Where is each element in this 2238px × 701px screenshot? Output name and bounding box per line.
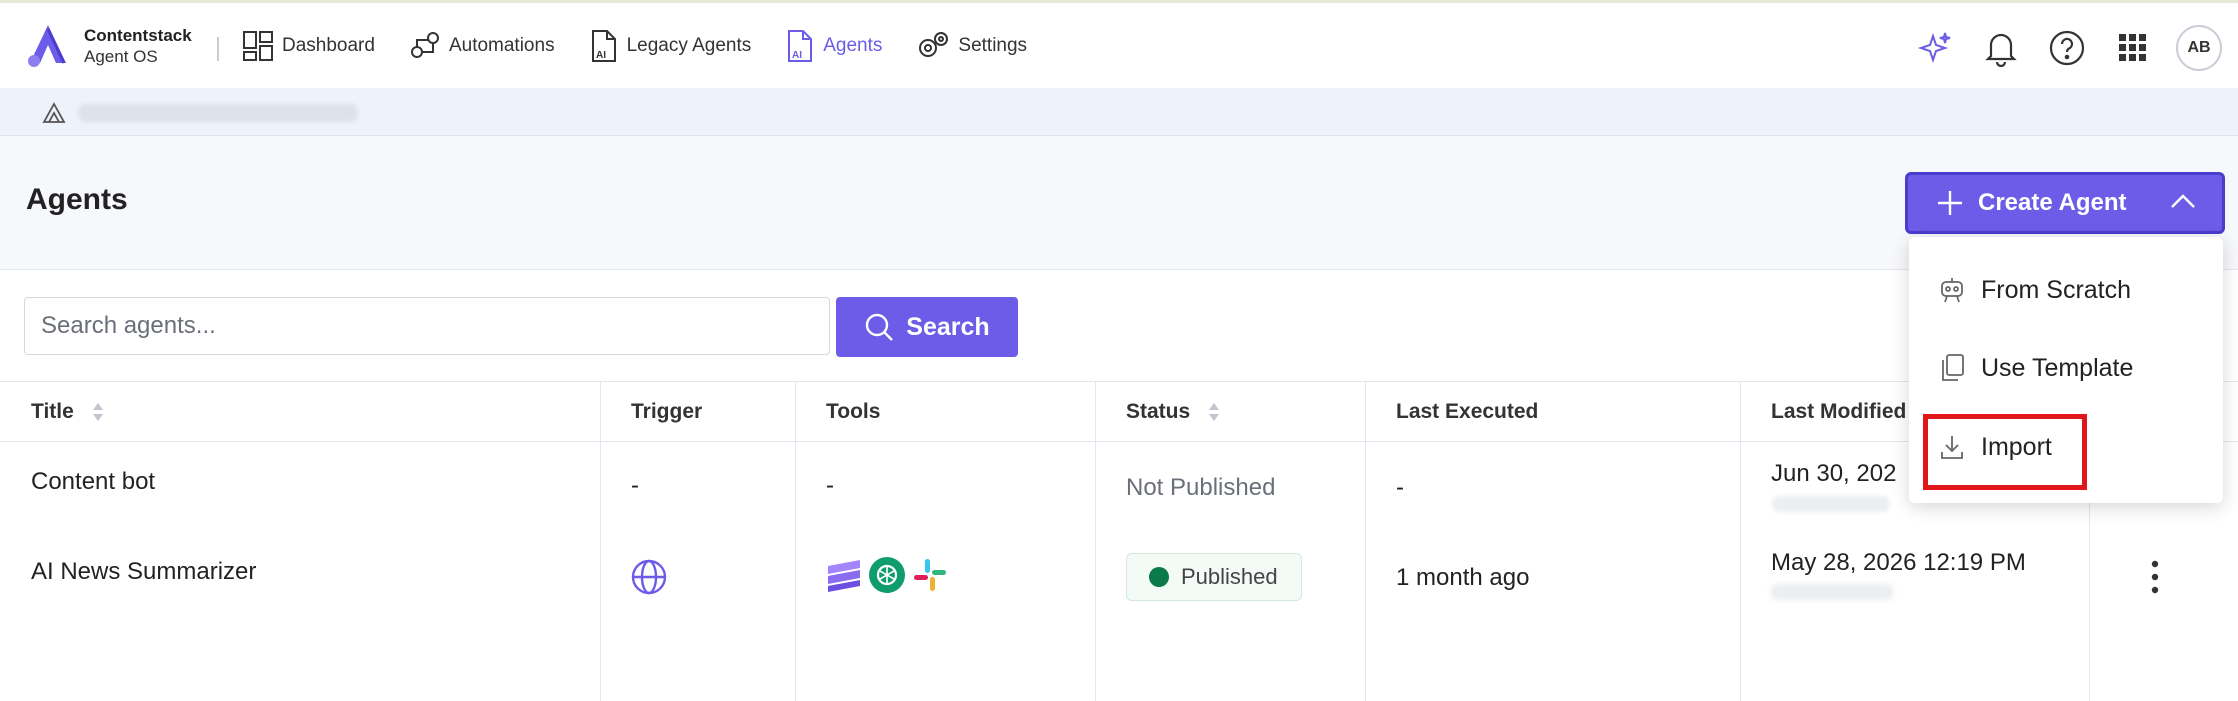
user-avatar[interactable]: AB — [2176, 25, 2222, 71]
brand-product: Agent OS — [84, 47, 158, 66]
stack-icon — [828, 560, 860, 592]
row-last-executed: 1 month ago — [1396, 564, 1530, 591]
apps-grid-button[interactable] — [2110, 25, 2156, 71]
search-row: Search — [0, 271, 2238, 381]
main-nav: Dashboard Automations AI Legacy Agents A… — [242, 29, 1061, 63]
sort-icon — [1209, 403, 1220, 421]
openai-icon — [869, 557, 905, 593]
ai-document-icon: AI — [788, 30, 813, 62]
menu-item-label: From Scratch — [1981, 275, 2132, 304]
top-right-actions: AB — [1912, 25, 2238, 71]
menu-item-import[interactable]: Import — [1909, 412, 2223, 482]
column-title[interactable]: Title — [31, 400, 104, 424]
org-logo-icon — [42, 102, 66, 123]
automations-icon — [410, 32, 439, 58]
column-divider — [1740, 382, 1741, 701]
search-button[interactable]: Search — [836, 297, 1018, 357]
brand-logo[interactable]: Contentstack Agent OS — [26, 23, 192, 69]
breadcrumb — [0, 88, 2238, 136]
row-tools: - — [826, 472, 834, 499]
nav-automations[interactable]: Automations — [409, 30, 555, 62]
page-title: Agents — [26, 183, 128, 216]
column-divider — [795, 382, 796, 701]
row-trigger: - — [631, 472, 639, 499]
nav-agents-label: Agents — [823, 35, 883, 56]
menu-item-from-scratch[interactable]: From Scratch — [1909, 255, 2223, 325]
gear-icon — [919, 32, 949, 57]
column-divider — [1365, 382, 1366, 701]
top-navbar: Contentstack Agent OS Dashboard Automati… — [0, 0, 2238, 88]
chevron-up-icon — [2171, 194, 2195, 208]
column-divider — [600, 382, 601, 701]
column-status[interactable]: Status — [1126, 400, 1220, 424]
create-agent-button[interactable]: Create Agent — [1905, 172, 2225, 234]
globe-icon — [631, 559, 667, 595]
svg-text:AI: AI — [596, 50, 606, 61]
nav-settings[interactable]: Settings — [916, 30, 1027, 62]
notifications-button[interactable] — [1978, 25, 2024, 71]
ai-sparkle-button[interactable] — [1912, 25, 1958, 71]
dashboard-icon — [243, 31, 273, 61]
column-tools: Tools — [826, 400, 880, 424]
bell-icon — [1985, 33, 2017, 67]
column-title-label: Title — [31, 400, 74, 423]
import-icon — [1941, 436, 1963, 459]
nav-automations-label: Automations — [448, 35, 555, 56]
row-last-modified-blurred — [1770, 584, 1894, 600]
column-trigger: Trigger — [631, 400, 702, 424]
column-last-executed: Last Executed — [1396, 400, 1538, 424]
copy-icon — [1942, 354, 1964, 381]
grid-icon — [2119, 34, 2146, 61]
brand-divider — [217, 37, 219, 61]
row-last-modified-blurred — [1772, 496, 1890, 512]
brand-name: Contentstack — [84, 26, 192, 45]
ai-document-icon: AI — [591, 30, 616, 62]
row-last-executed: - — [1396, 474, 1404, 501]
row-last-modified: May 28, 2026 12:19 PM — [1771, 549, 2026, 576]
create-agent-menu: From Scratch Use Template Import — [1909, 237, 2223, 503]
nav-legacy-agents[interactable]: AI Legacy Agents — [589, 29, 752, 63]
slack-icon — [914, 559, 946, 591]
svg-text:AI: AI — [792, 50, 802, 61]
breadcrumb-blurred-text — [78, 104, 358, 122]
menu-item-label: Import — [1981, 432, 2052, 461]
more-options-icon[interactable] — [2150, 560, 2160, 594]
nav-dashboard-label: Dashboard — [282, 35, 375, 56]
column-trigger-label: Trigger — [631, 400, 703, 423]
sparkle-icon — [1917, 32, 1951, 64]
help-icon — [2049, 30, 2085, 66]
nav-legacy-agents-label: Legacy Agents — [626, 35, 752, 56]
table-header: Title Trigger Tools Status Last Executed… — [0, 382, 2238, 442]
plus-icon — [1938, 191, 1962, 215]
row-status: Not Published — [1126, 474, 1276, 501]
status-badge: Published — [1126, 553, 1302, 601]
row-last-modified: Jun 30, 202 — [1771, 460, 1897, 487]
page-header: Agents Create Agent — [0, 136, 2238, 270]
nav-dashboard[interactable]: Dashboard — [242, 30, 375, 62]
nav-settings-label: Settings — [958, 35, 1028, 56]
column-last-modified-label: Last Modified — [1771, 400, 1907, 423]
search-button-label: Search — [906, 312, 990, 341]
agents-table: Title Trigger Tools Status Last Executed… — [0, 381, 2238, 701]
status-dot — [1149, 567, 1169, 587]
row-title[interactable]: Content bot — [31, 468, 155, 496]
robot-icon — [1941, 278, 1963, 303]
column-tools-label: Tools — [826, 400, 881, 423]
column-status-label: Status — [1126, 400, 1191, 423]
help-button[interactable] — [2044, 25, 2090, 71]
create-agent-label: Create Agent — [1978, 189, 2127, 216]
search-icon — [866, 313, 894, 341]
contentstack-logo-icon — [28, 25, 66, 67]
menu-item-label: Use Template — [1981, 353, 2134, 382]
search-input[interactable] — [24, 297, 830, 355]
row-title[interactable]: AI News Summarizer — [31, 558, 256, 586]
sort-icon — [92, 403, 103, 421]
row-tools-icons — [826, 556, 948, 594]
column-last-executed-label: Last Executed — [1396, 400, 1539, 423]
column-divider — [1095, 382, 1096, 701]
nav-agents[interactable]: AI Agents — [785, 29, 882, 63]
column-last-modified: Last Modified — [1771, 400, 1906, 424]
status-badge-label: Published — [1181, 564, 1278, 589]
menu-item-use-template[interactable]: Use Template — [1909, 333, 2223, 403]
